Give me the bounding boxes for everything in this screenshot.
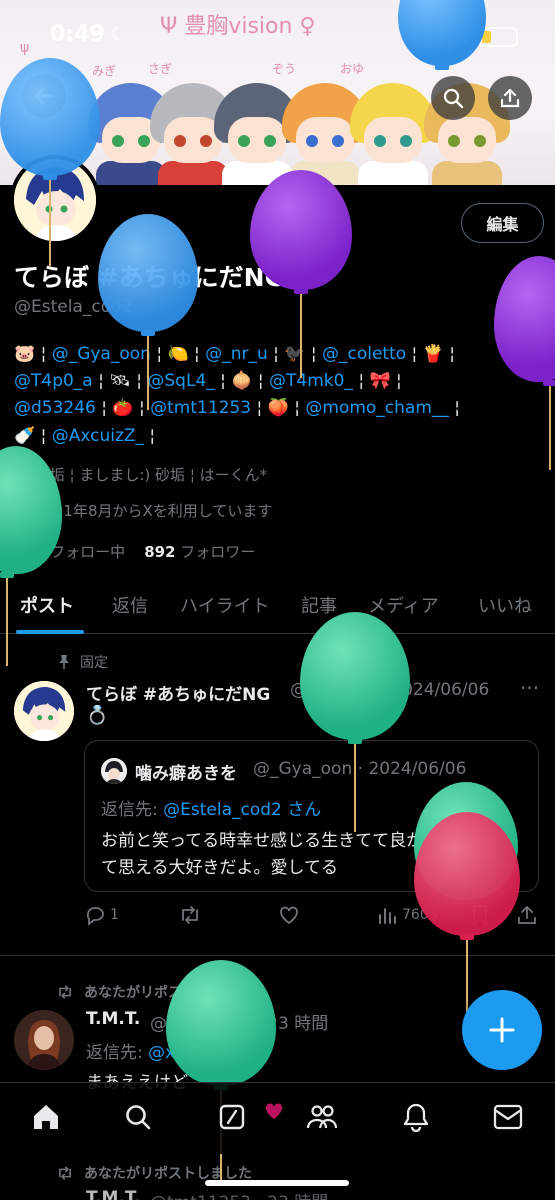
nav-notifications[interactable] (396, 1097, 436, 1137)
balloon-decoration (250, 170, 352, 380)
balloon-decoration (0, 58, 100, 268)
followers-link[interactable]: 892 フォロワー (144, 543, 255, 561)
reply-prefix: 返信先: (86, 1043, 149, 1063)
balloon-decoration (166, 960, 276, 1190)
followers-count: 892 (144, 543, 176, 561)
bio-text: 🐷 ¦ (14, 344, 52, 364)
home-icon (34, 1105, 58, 1129)
repost-icon (59, 1166, 71, 1180)
grok-icon (219, 1104, 245, 1130)
avatar-illustration (101, 758, 127, 784)
avatar-photo (14, 1010, 74, 1070)
search-icon (126, 1105, 151, 1130)
profile-tabs: ポスト 返信 ハイライト 記事 メディア いいね (0, 584, 555, 634)
bio-text: 🍼 ¦ (14, 426, 52, 446)
tab-highlights[interactable]: ハイライト (180, 592, 270, 618)
mention-link[interactable]: @momo_cham__ (305, 398, 449, 418)
reply-icon (86, 907, 104, 926)
post-author-name[interactable]: てらぼ #あちゅにだNG (86, 680, 270, 705)
mention-link[interactable]: @T4p0_a (14, 371, 93, 391)
compose-post-button[interactable] (462, 990, 542, 1070)
nav-search[interactable] (118, 1097, 158, 1137)
nav-grok[interactable] (212, 1097, 252, 1137)
banner-title: Ψ 豊胸vision ♀ (160, 14, 316, 39)
bio-text: ¦ 🍑 ¦ (251, 398, 306, 418)
reply-to-link[interactable]: @Estela_cod2 さん (163, 800, 321, 820)
tab-replies[interactable]: 返信 (112, 592, 148, 618)
post-author-name[interactable]: T.M.T. (86, 1188, 140, 1200)
quote-text-line: て思える大好きだよ。愛してる (101, 858, 338, 878)
repost-icon (182, 906, 198, 924)
mention-link[interactable]: @AxcuizZ_ (52, 426, 144, 446)
status-time: 0:49 (50, 22, 105, 47)
share-button[interactable] (488, 76, 532, 120)
repost-icon (59, 985, 71, 999)
banner-doodle: さぎ (148, 62, 173, 76)
share-icon (500, 88, 520, 108)
nav-messages[interactable] (488, 1097, 528, 1137)
home-indicator (205, 1180, 349, 1186)
reply-count: 1 (110, 907, 119, 923)
do-not-disturb-moon-icon: ☾ (110, 24, 127, 45)
edit-profile-button[interactable]: 編集 (461, 203, 544, 243)
like-icon (265, 1103, 283, 1119)
post-avatar[interactable] (14, 1010, 74, 1070)
reply-button[interactable]: 1 (84, 904, 119, 926)
post-text: 💍 (86, 705, 109, 726)
reply-prefix: 返信先: (101, 800, 164, 820)
post-author-name[interactable]: T.M.T. (86, 1009, 140, 1029)
communities-icon (306, 1105, 338, 1129)
like-button[interactable] (278, 904, 300, 926)
banner-doodle: おゆ (340, 62, 365, 76)
followers-label: フォロワー (180, 543, 256, 561)
mention-link[interactable]: @d53246 (14, 398, 96, 418)
pinned-label: 固定 (80, 655, 108, 671)
bio-text: ¦ (448, 398, 461, 418)
bio-text: ¦ 🍟 ¦ (406, 344, 455, 364)
banner-doodle: ψ (20, 40, 30, 56)
notifications-icon (403, 1103, 429, 1132)
more-options-icon[interactable]: ··· (520, 676, 539, 700)
messages-icon (493, 1104, 523, 1130)
repost-button[interactable] (178, 904, 202, 926)
balloon-decoration (98, 214, 198, 414)
banner-doodle: ぞう (272, 62, 297, 76)
bio-text: ¦ (144, 426, 156, 446)
balloon-decoration (494, 256, 555, 472)
quote-avatar (101, 758, 127, 784)
bio-line: @d53246 ¦ 🍅 ¦ @tmt11253 ¦ 🍑 ¦ @momo_cham… (14, 398, 460, 418)
post-avatar[interactable] (14, 681, 74, 741)
views-icon (379, 908, 396, 924)
quote-reply-info: 返信先: @Estela_cod2 さん (101, 795, 321, 820)
location-text: 本垢 ¦ ましまし:) 砂垢 ¦ はーくん* (34, 466, 268, 484)
bio-text: ¦ 🎀 ¦ (352, 371, 402, 391)
balloon-decoration (300, 612, 410, 836)
avatar-illustration (14, 681, 74, 741)
balloon-decoration (0, 446, 62, 670)
compose-plus-icon (489, 1017, 515, 1043)
balloon-decoration (398, 0, 486, 110)
bio-line: 🐷 ¦ @_Gya_oon ¦ 🍋 ¦ @_nr_u ¦ 🐦‍⬛ ¦ @_col… (14, 344, 455, 364)
pinned-indicator: 固定 (56, 652, 108, 672)
nav-communities[interactable] (302, 1097, 342, 1137)
quote-author-name: 噛み癖あきを (135, 764, 237, 784)
nav-home[interactable] (26, 1097, 66, 1137)
join-date-text: 2021年8月からXを利用しています (34, 502, 273, 520)
like-icon (280, 906, 298, 925)
bio-line: 🍼 ¦ @AxcuizZ_ ¦ (14, 426, 155, 446)
tab-likes[interactable]: いいね (478, 592, 532, 618)
